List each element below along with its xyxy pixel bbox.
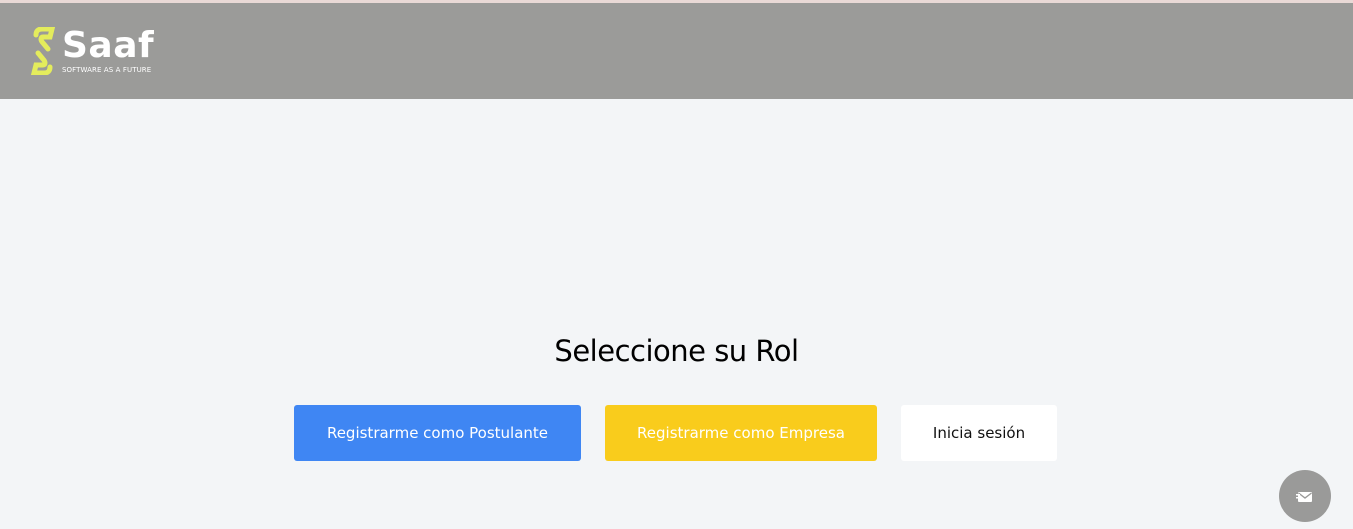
register-company-button[interactable]: Registrarme como Empresa [605,405,877,461]
page-title: Seleccione su Rol [554,334,799,368]
saaf-logo[interactable]: Saaf SOFTWARE AS A FUTURE [30,27,154,75]
mail-icon [1296,492,1312,502]
logo-wordmark: Saaf [62,25,155,66]
login-button[interactable]: Inicia sesión [901,405,1057,461]
logo-tagline: SOFTWARE AS A FUTURE [62,66,152,74]
contact-fab-button[interactable] [1279,470,1331,522]
register-applicant-button[interactable]: Registrarme como Postulante [294,405,581,461]
saaf-logo-mark-icon [30,27,56,75]
header-bar: Saaf SOFTWARE AS A FUTURE [0,3,1353,99]
